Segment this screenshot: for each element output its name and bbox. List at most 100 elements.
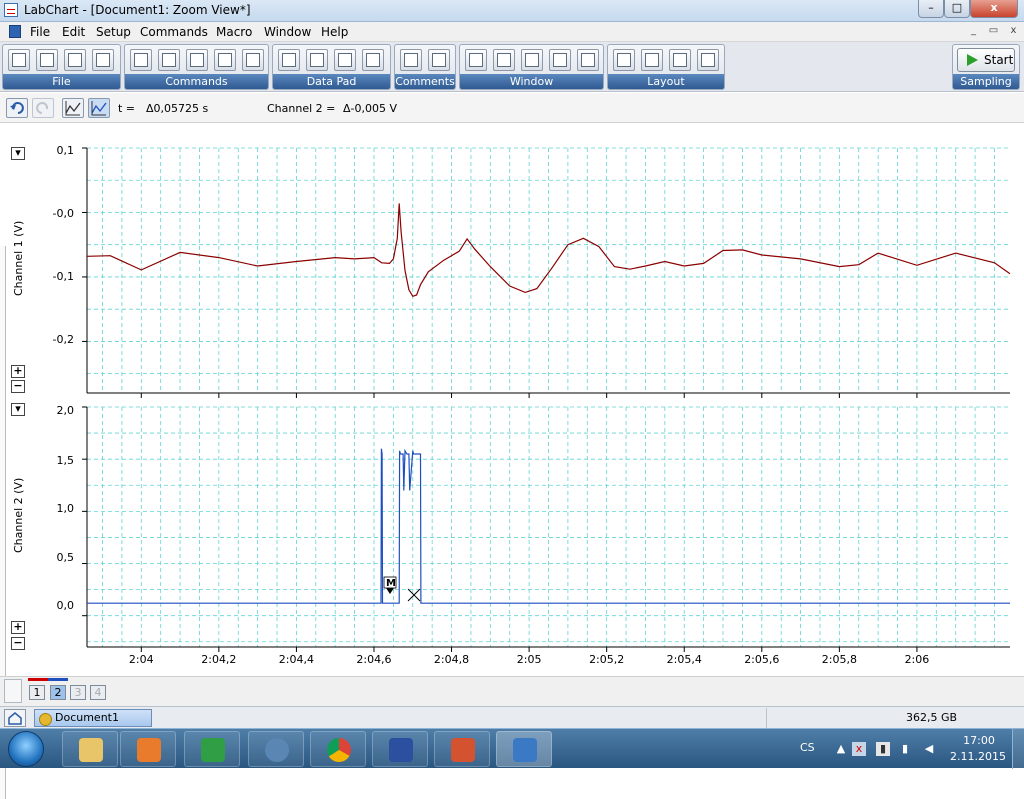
binoculars-icon xyxy=(134,53,148,67)
xy-view-icon xyxy=(553,53,567,67)
table-settings-icon xyxy=(338,53,352,67)
open-document-button[interactable] xyxy=(36,49,58,71)
layout-grid-button[interactable] xyxy=(613,49,635,71)
layout-split-button[interactable] xyxy=(641,49,663,71)
delta-mode-button[interactable] xyxy=(88,98,110,118)
table-multi-icon xyxy=(366,53,380,67)
app-chart-icon xyxy=(201,738,225,762)
page-4-button[interactable]: 4 xyxy=(90,685,106,700)
table-add-icon xyxy=(310,53,324,67)
taskbar-media-player[interactable] xyxy=(120,731,176,767)
redo-button[interactable] xyxy=(32,98,54,118)
time-tick-label: 2:05,8 xyxy=(821,653,857,666)
window-maximize-button[interactable]: □ xyxy=(944,0,970,18)
time-tick-label: 2:04,2 xyxy=(201,653,237,666)
time-tick-label: 2:05,4 xyxy=(666,653,702,666)
datapad-settings-button[interactable] xyxy=(334,49,356,71)
mdi-minimize-button[interactable]: _ xyxy=(966,24,981,39)
mdi-restore-button[interactable]: ▭ xyxy=(986,24,1001,39)
toolbar-group-commands: Commands xyxy=(124,44,269,90)
menu-setup[interactable]: Setup xyxy=(96,25,131,39)
taskbar-save-app[interactable] xyxy=(372,731,428,767)
export-button[interactable] xyxy=(64,49,86,71)
table-icon xyxy=(282,53,296,67)
taskbar-app-green[interactable] xyxy=(184,731,240,767)
ribbon-toolbar: File Commands Data Pad Comments Window L… xyxy=(0,42,1024,92)
delta-trace-icon xyxy=(91,101,107,116)
page-selector-bar: 1 2 3 4 xyxy=(0,676,1024,706)
page-panel-toggle[interactable] xyxy=(4,679,22,703)
toolbar-group-sampling: Start Sampling xyxy=(952,44,1020,90)
chart-view-button[interactable] xyxy=(465,49,487,71)
document-menu-icon[interactable] xyxy=(9,25,21,38)
point-mode-button[interactable] xyxy=(62,98,84,118)
waveform-plots[interactable]: M xyxy=(0,123,1024,676)
toolbar-group-datapad: Data Pad xyxy=(272,44,391,90)
selection-button[interactable] xyxy=(186,49,208,71)
usb-device-icon[interactable]: ▮ xyxy=(876,742,890,756)
comments-view-button[interactable] xyxy=(400,49,422,71)
spectrum-button[interactable] xyxy=(577,49,599,71)
datapad-multi-button[interactable] xyxy=(362,49,384,71)
chrome-icon xyxy=(327,738,351,762)
document-tab[interactable]: Document1 xyxy=(34,709,152,727)
xy-view-button[interactable] xyxy=(549,49,571,71)
show-desktop-button[interactable] xyxy=(1012,729,1024,769)
tray-expand-icon[interactable]: ▲ xyxy=(834,742,848,756)
menu-help[interactable]: Help xyxy=(321,25,348,39)
menu-edit[interactable]: Edit xyxy=(62,25,85,39)
time-tick-label: 2:05 xyxy=(516,653,542,666)
channel-color-strip xyxy=(28,678,68,681)
windows-start-button[interactable] xyxy=(8,731,44,767)
autoscale-button[interactable] xyxy=(242,49,264,71)
folder-icon xyxy=(40,53,54,67)
region-button[interactable] xyxy=(214,49,236,71)
menu-bar: File Edit Setup Commands Macro Window He… xyxy=(0,22,1024,42)
datapad-add-button[interactable] xyxy=(306,49,328,71)
page-3-button[interactable]: 3 xyxy=(70,685,86,700)
layout-add-button[interactable] xyxy=(669,49,691,71)
clock-time[interactable]: 17:00 xyxy=(954,734,1004,747)
zoom-view-button[interactable] xyxy=(493,49,515,71)
waveform-icon xyxy=(497,53,511,67)
home-button[interactable] xyxy=(4,709,26,727)
page-1-button[interactable]: 1 xyxy=(29,685,45,700)
menu-file[interactable]: File xyxy=(30,25,50,39)
new-document-button[interactable] xyxy=(8,49,30,71)
find-button[interactable] xyxy=(130,49,152,71)
add-comment-button[interactable] xyxy=(428,49,450,71)
clock-date[interactable]: 2.11.2015 xyxy=(948,750,1008,763)
magnify-button[interactable] xyxy=(521,49,543,71)
action-center-icon[interactable]: x xyxy=(852,742,866,756)
start-sampling-button[interactable]: Start xyxy=(957,48,1015,72)
taskbar-chrome[interactable] xyxy=(310,731,366,767)
command-icon xyxy=(162,53,176,67)
layout-number-button[interactable] xyxy=(697,49,719,71)
layout-number-icon xyxy=(701,53,715,67)
toolbar-group-label: Window xyxy=(460,74,603,89)
layout-add-icon xyxy=(673,53,687,67)
page-2-button[interactable]: 2 xyxy=(50,685,66,700)
input-language[interactable]: CS xyxy=(800,741,815,754)
menu-commands[interactable]: Commands xyxy=(140,25,208,39)
window-close-button[interactable]: x xyxy=(970,0,1018,18)
menu-window[interactable]: Window xyxy=(264,25,311,39)
taskbar-network-app[interactable] xyxy=(248,731,304,767)
region-icon xyxy=(218,53,232,67)
taskbar-labchart[interactable] xyxy=(496,731,552,767)
print-button[interactable] xyxy=(92,49,114,71)
marker-m[interactable]: M xyxy=(383,576,397,594)
marker-command-button[interactable] xyxy=(158,49,180,71)
taskbar-explorer[interactable] xyxy=(62,731,118,767)
window-minimize-button[interactable]: – xyxy=(918,0,944,18)
menu-macro[interactable]: Macro xyxy=(216,25,252,39)
new-document-icon xyxy=(12,53,26,67)
toolbar-group-comments: Comments xyxy=(394,44,456,90)
datapad-view-button[interactable] xyxy=(278,49,300,71)
volume-icon[interactable]: ◀ xyxy=(922,742,936,756)
undo-button[interactable] xyxy=(6,98,28,118)
taskbar-powerpoint[interactable] xyxy=(434,731,490,767)
network-signal-icon[interactable]: ▮ xyxy=(898,742,912,756)
mdi-close-button[interactable]: x xyxy=(1006,24,1021,39)
disk-free-space: 362,5 GB xyxy=(906,711,958,724)
